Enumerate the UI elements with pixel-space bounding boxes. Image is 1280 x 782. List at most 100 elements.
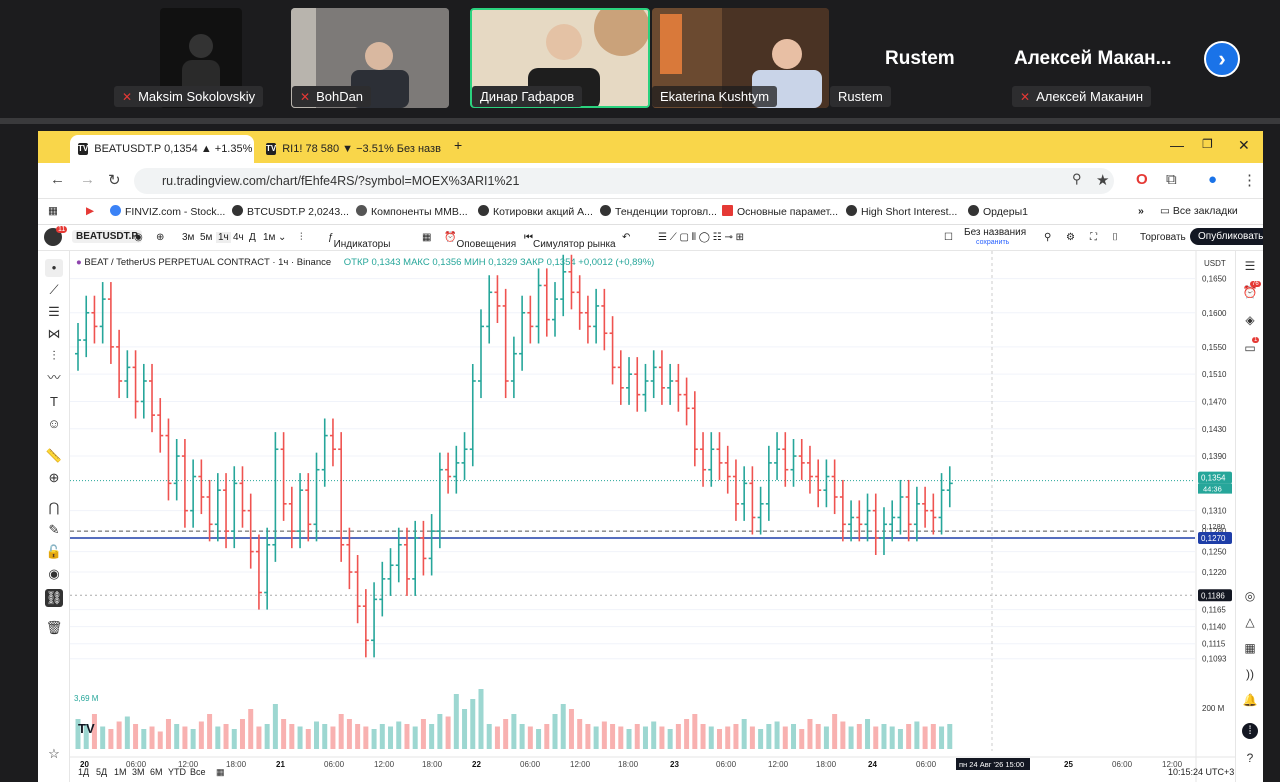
fib-icon[interactable]: ☰ (45, 303, 63, 321)
bell-icon[interactable]: 🔔 (1242, 693, 1258, 709)
pattern-icon[interactable]: ⋈ (45, 325, 63, 343)
interval-d[interactable]: Д (249, 232, 256, 243)
drawing-tools-icon[interactable]: ☰ ⟋ ▢ ⫴ ◯ ☷ ⊸ ⊞ (658, 232, 744, 243)
ruler-icon[interactable]: 📏 (45, 447, 63, 465)
interval-5m[interactable]: 5м (200, 232, 212, 243)
opera-icon[interactable]: O (1136, 171, 1148, 188)
chevron-down-icon[interactable]: ⌄ (278, 232, 286, 243)
range-5d[interactable]: 5Д (96, 767, 107, 777)
symbol-search[interactable]: BEATUSDT.P (72, 230, 143, 243)
volume-bar (922, 726, 928, 749)
bookmark-item[interactable]: Тенденции торговл... (600, 205, 717, 218)
volume-bar (239, 719, 245, 749)
new-tab-button[interactable]: + (454, 137, 462, 153)
calendar-icon[interactable]: ▦ (1242, 641, 1258, 657)
search-icon[interactable]: ⚲ (1044, 232, 1051, 243)
grid-icon[interactable]: ⁞ (1242, 723, 1258, 739)
y-tick-label: 0,1470 (1202, 397, 1227, 406)
youtube-icon[interactable]: ▶ (86, 205, 94, 217)
profile-icon[interactable]: ● (1208, 171, 1217, 188)
bookmark-item[interactable]: High Short Interest... (846, 205, 957, 218)
next-participants-button[interactable]: › (1204, 41, 1240, 77)
lock-icon[interactable]: 🔓 (45, 543, 63, 561)
trendline-icon[interactable]: ⟋ (45, 281, 63, 299)
broadcast-icon[interactable]: )) (1242, 667, 1258, 683)
link-icon[interactable]: ⛓ (45, 589, 63, 607)
all-bookmarks[interactable]: ▭ Все закладки (1160, 205, 1238, 217)
magnet-icon[interactable]: ⋂ (45, 499, 63, 517)
interval-3m[interactable]: 3м (182, 232, 194, 243)
minimize-button[interactable]: — (1170, 137, 1184, 153)
visibility-icon[interactable]: ◉ (45, 565, 63, 583)
range-1d[interactable]: 1Д (78, 767, 89, 777)
bookmark-item[interactable]: Котировки акций А... (478, 205, 593, 218)
volume-bar (396, 721, 402, 749)
range-ytd[interactable]: YTD (168, 767, 186, 777)
url-field[interactable]: ru.tradingview.com/chart/fEhfe4RS/?symbo… (134, 168, 1114, 194)
tab-ri1[interactable]: TVRI1! 78 580 ▼ −3.51% Без назв✕ (258, 135, 442, 163)
restore-button[interactable]: ❐ (1202, 137, 1213, 151)
replay-button[interactable]: ⏮ Симулятор рынка (524, 232, 616, 250)
bookmark-item[interactable]: Ордеры1 (968, 205, 1028, 218)
trade-button[interactable]: Торговать (1140, 232, 1186, 243)
dash-price-label: 0,1280 (1202, 522, 1225, 531)
bookmark-item[interactable]: BTCUSDT.P 2,0243... (232, 205, 349, 218)
brush-icon[interactable]: 〰 (45, 369, 63, 387)
favorites-icon[interactable]: ☆ (45, 745, 63, 763)
publish-button[interactable]: Опубликовать (1190, 228, 1263, 245)
range-6m[interactable]: 6М (150, 767, 163, 777)
tab-beatusdt[interactable]: TV BEATUSDT.P 0,1354 ▲ +1.35% | (70, 135, 254, 163)
camera-icon[interactable]: ⌷ (1112, 232, 1118, 243)
layout-save[interactable]: сохранить (976, 239, 1009, 246)
pyramid-icon[interactable]: △ (1242, 615, 1258, 631)
menu-icon[interactable]: ⋮ (1242, 171, 1257, 189)
bookmark-item[interactable]: Основные парамет... (722, 205, 838, 218)
watchlist-icon[interactable]: ☰ (1242, 259, 1258, 275)
forward-button[interactable]: → (80, 171, 95, 188)
fullscreen-icon[interactable]: ⛶ (1090, 232, 1097, 243)
back-button[interactable]: ← (50, 171, 65, 188)
extensions-icon[interactable]: ⧉ (1166, 171, 1177, 188)
zoom-icon[interactable]: ⚲ (1072, 171, 1082, 187)
settings-icon[interactable]: ⚙ (1066, 232, 1075, 243)
close-window-button[interactable]: ✕ (1238, 137, 1250, 154)
layouts-icon[interactable]: ▦ (422, 232, 431, 243)
cursor-icon[interactable]: • (45, 259, 63, 277)
interval-4h[interactable]: 4ч (233, 232, 244, 243)
undo-icon[interactable]: ↶ (622, 232, 630, 243)
volume-bar (379, 724, 385, 749)
checkbox-icon[interactable]: ☐ (944, 232, 953, 243)
zoom-in-icon[interactable]: ⊕ (45, 469, 63, 487)
bookmark-item[interactable]: FINVIZ.com - Stock... (110, 205, 225, 218)
compare-add-icon[interactable]: ⊕ (156, 232, 164, 243)
alerts-button[interactable]: ⏰ Оповещения (444, 232, 516, 250)
eye-icon[interactable]: ◉ (134, 232, 143, 243)
bookmark-item[interactable]: Компоненты MMB... (356, 205, 468, 218)
chat-icon[interactable]: ▭ (1242, 341, 1258, 357)
layout-name[interactable]: Без названия (964, 227, 1026, 238)
alerts-icon[interactable]: ⏰ (1242, 285, 1258, 301)
volume-bar (552, 714, 558, 749)
target-icon[interactable]: ◎ (1242, 589, 1258, 605)
reload-button[interactable]: ↻ (108, 171, 121, 189)
trash-icon[interactable]: 🗑 (45, 619, 63, 637)
interval-1mo[interactable]: 1м (263, 232, 275, 243)
indicators-button[interactable]: ƒ Индикаторы (328, 232, 390, 250)
interval-1h[interactable]: 1ч (216, 232, 231, 243)
price-chart[interactable]: 0,1650 0,1600 0,1550 0,1510 0,1470 0,1430 0,13… (70, 251, 1235, 782)
layers-icon[interactable]: ◈ (1242, 313, 1258, 329)
range-3m[interactable]: 3М (132, 767, 145, 777)
goto-date-icon[interactable]: ▦ (216, 767, 225, 778)
range-all[interactable]: Все (190, 767, 206, 777)
more-bookmarks-icon[interactable]: » (1138, 205, 1144, 217)
range-1m[interactable]: 1М (114, 767, 127, 777)
lock-draw-icon[interactable]: ✎ (45, 521, 63, 539)
apps-icon[interactable]: ▦ (48, 205, 58, 217)
help-icon[interactable]: ? (1242, 751, 1258, 767)
bookmark-star-icon[interactable]: ★ (1096, 171, 1109, 189)
volume-bar (420, 719, 426, 749)
text-icon[interactable]: T (45, 393, 63, 411)
forecast-icon[interactable]: ⫶ (45, 347, 63, 365)
emoji-icon[interactable]: ☺ (45, 415, 63, 433)
bar-style-icon[interactable]: ⫶ (300, 232, 303, 243)
